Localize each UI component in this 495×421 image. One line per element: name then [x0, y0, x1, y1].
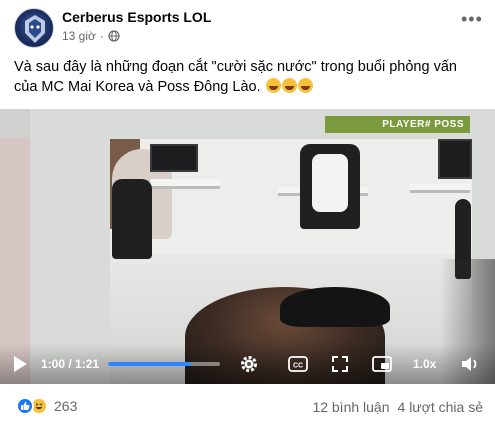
like-icon [16, 397, 34, 415]
reaction-count: 263 [54, 398, 78, 414]
play-icon[interactable] [12, 355, 28, 373]
post-time[interactable]: 13 giờ [62, 29, 96, 43]
video-progress-fill [108, 362, 191, 366]
playback-speed[interactable]: 1.0x [413, 357, 436, 371]
comments-count-link[interactable]: 12 bình luận [312, 399, 389, 415]
video-player[interactable]: PLAYER# POSS 1:00 / 1:21 CC 1.0x [0, 109, 495, 384]
reactions-summary[interactable]: 263 [16, 397, 77, 415]
post-footer: 263 12 bình luận 4 lượt chia sẻ [0, 384, 495, 421]
video-frame-desk [410, 184, 470, 193]
rolling-laughing-emoji-icon [281, 78, 297, 93]
captions-icon[interactable]: CC [287, 353, 309, 375]
video-frame-desk [150, 179, 220, 189]
rolling-laughing-emoji-icon [265, 78, 281, 93]
cerberus-logo-icon [25, 15, 45, 43]
meta-separator: · [99, 29, 104, 43]
fullscreen-icon[interactable] [329, 353, 351, 375]
video-progress-bar[interactable] [108, 362, 220, 366]
rolling-laughing-emoji-icon [297, 78, 313, 93]
globe-icon [108, 30, 120, 42]
engagement-stats: 12 bình luận 4 lượt chia sẻ [312, 399, 483, 415]
video-frame-hair [280, 287, 390, 327]
more-options-icon[interactable]: ••• [461, 10, 482, 34]
caption-text: Và sau đây là những đoạn cắt "cười sặc n… [14, 59, 457, 95]
video-frame-monitor [438, 139, 472, 179]
picture-in-picture-icon[interactable] [371, 353, 393, 375]
post-header: Cerberus Esports LOL 13 giờ · ••• [0, 0, 495, 52]
page-name-link[interactable]: Cerberus Esports LOL [62, 9, 211, 25]
page-avatar[interactable] [14, 8, 54, 48]
volume-icon[interactable] [459, 353, 481, 375]
post-caption: Và sau đây là những đoạn cắt "cười sặc n… [14, 57, 484, 97]
video-time: 1:00 / 1:21 [41, 357, 100, 371]
video-controls: 1:00 / 1:21 CC 1.0x [0, 343, 495, 384]
video-frame-chair-detail [312, 154, 348, 212]
video-frame-monitor [150, 144, 198, 172]
svg-text:CC: CC [293, 363, 303, 370]
settings-gear-icon[interactable] [238, 353, 260, 375]
shares-count-link[interactable]: 4 lượt chia sẻ [398, 399, 483, 415]
post-meta: 13 giờ · [62, 29, 120, 43]
player-tag-overlay: PLAYER# POSS [325, 116, 470, 133]
video-frame-chair [112, 179, 152, 259]
